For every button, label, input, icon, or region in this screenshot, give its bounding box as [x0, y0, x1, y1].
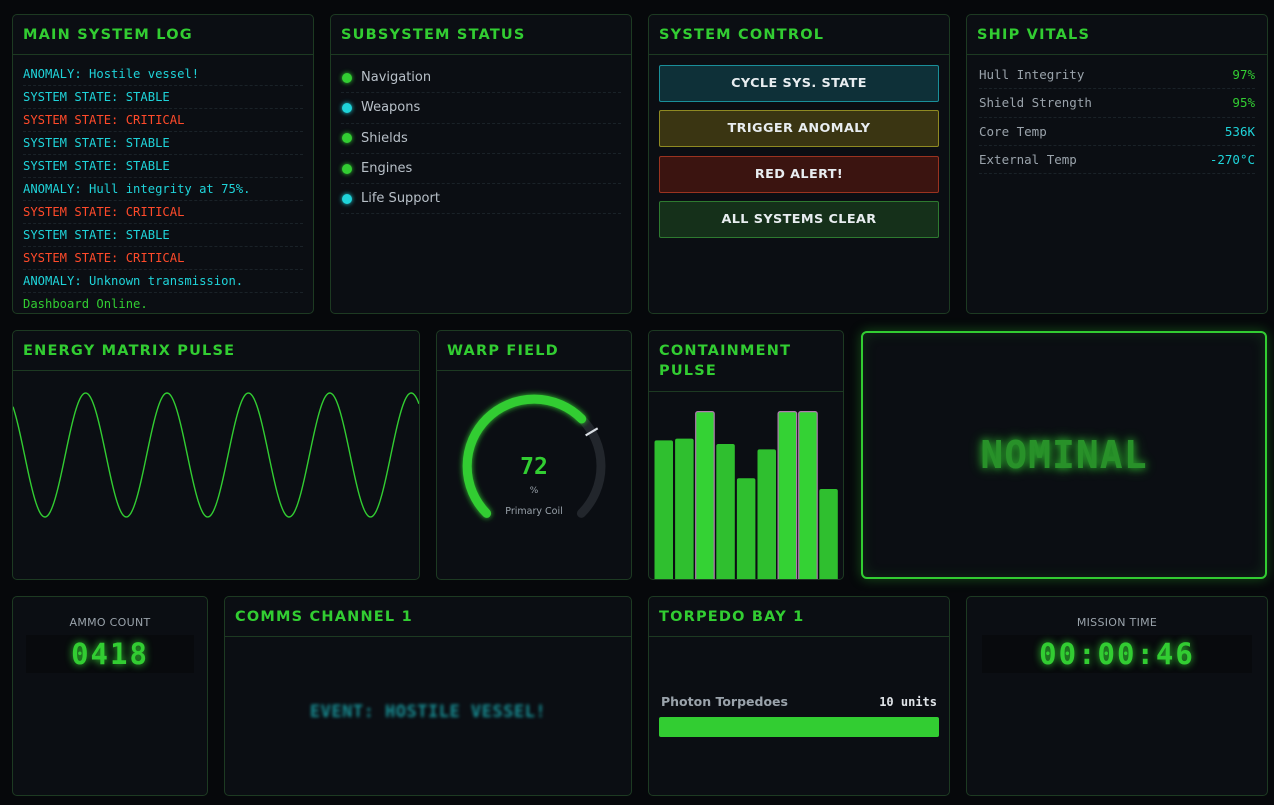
torpedo-count: 10 units: [879, 695, 937, 709]
energy-matrix-pulse-panel: ENERGY MATRIX PULSE: [12, 330, 420, 580]
containment-bar: [798, 411, 818, 579]
torpedo-bay-title: TORPEDO BAY 1: [649, 597, 949, 637]
vital-label: External Temp: [979, 152, 1077, 168]
subsystem-item: Engines: [341, 154, 621, 185]
containment-bar: [777, 411, 798, 579]
vital-value: 536K: [1224, 123, 1255, 139]
subsystem-item: Life Support: [341, 184, 621, 215]
warp-unit: %: [530, 486, 539, 496]
subsystem-label: Shields: [361, 130, 408, 146]
subsystem-status-title: SUBSYSTEM STATUS: [331, 15, 631, 55]
containment-bar: [695, 411, 715, 579]
mission-time-label: MISSION TIME: [1076, 616, 1158, 629]
vital-value: -270°C: [1209, 152, 1255, 168]
comms-channel-panel: COMMS CHANNEL 1 EVENT: HOSTILE VESSEL!: [224, 596, 632, 796]
warp-value: 72: [520, 454, 548, 480]
status-dot-icon: [342, 193, 352, 204]
main-system-log-title: MAIN SYSTEM LOG: [13, 15, 313, 55]
log-line: SYSTEM STATE: CRITICAL: [23, 109, 303, 132]
containment-bar: [675, 438, 694, 579]
containment-bar-graph: [654, 411, 838, 579]
mission-time-value: 00:00:46: [982, 635, 1252, 673]
ammo-count-value: 0418: [26, 635, 194, 673]
torpedo-progress-bar: [659, 717, 939, 737]
torpedo-label: Photon Torpedoes: [661, 694, 788, 709]
ammo-count-label: AMMO COUNT: [69, 616, 151, 629]
status-dot-icon: [342, 72, 352, 83]
containment-bar: [716, 444, 735, 579]
containment-bar: [654, 440, 673, 579]
system-control-title: SYSTEM CONTROL: [649, 15, 949, 55]
log-line: SYSTEM STATE: STABLE: [23, 86, 303, 109]
containment-title-line2: PULSE: [659, 363, 717, 379]
subsystem-label: Weapons: [361, 100, 421, 116]
status-dot-icon: [342, 163, 352, 174]
main-system-log-panel: MAIN SYSTEM LOG ANOMALY: Hostile vessel!…: [12, 14, 314, 314]
system-control-panel: SYSTEM CONTROL CYCLE SYS. STATE TRIGGER …: [648, 14, 950, 314]
comms-message: EVENT: HOSTILE VESSEL!: [309, 702, 547, 722]
vital-value: 97%: [1232, 67, 1255, 83]
mission-time-panel: MISSION TIME 00:00:46: [966, 596, 1268, 796]
vital-row: Shield Strength 95%: [979, 89, 1255, 118]
subsystem-item: Navigation: [341, 63, 621, 94]
warp-field-panel: WARP FIELD 72 % Primary Coil: [436, 330, 632, 580]
vital-row: Hull Integrity 97%: [979, 61, 1255, 90]
subsystem-status-panel: SUBSYSTEM STATUS Navigation Weapons Shield…: [330, 14, 632, 314]
log-list[interactable]: ANOMALY: Hostile vessel! SYSTEM STATE: ST…: [13, 55, 313, 313]
ship-vitals-title: SHIP VITALS: [967, 15, 1267, 55]
log-line: SYSTEM STATE: CRITICAL: [23, 201, 303, 224]
log-line: ANOMALY: Unknown transmission.: [23, 270, 303, 293]
status-dot-icon: [342, 133, 352, 144]
subsystem-label: Engines: [361, 161, 413, 177]
log-line: Dashboard Online.: [23, 293, 303, 313]
containment-bar: [736, 478, 756, 579]
status-dot-icon: [342, 102, 352, 113]
red-alert-button[interactable]: RED ALERT!: [659, 155, 939, 193]
subsystem-item: Weapons: [341, 93, 621, 124]
containment-pulse-title: CONTAINMENT PULSE: [649, 331, 843, 392]
comms-channel-title: COMMS CHANNEL 1: [225, 597, 631, 637]
torpedo-row: Photon Torpedoes 10 units: [661, 694, 937, 709]
subsystem-item: Shields: [341, 124, 621, 154]
ammo-count-panel: AMMO COUNT 0418: [12, 596, 208, 796]
containment-bar: [819, 489, 838, 579]
vital-label: Core Temp: [979, 123, 1047, 139]
vital-row: External Temp -270°C: [979, 146, 1255, 175]
vital-value: 95%: [1232, 95, 1255, 111]
log-line: SYSTEM STATE: STABLE: [23, 132, 303, 155]
log-line: SYSTEM STATE: CRITICAL: [23, 247, 303, 270]
subsystem-label: Life Support: [361, 191, 440, 207]
torpedo-bay-panel: TORPEDO BAY 1 Photon Torpedoes 10 units: [648, 596, 950, 796]
energy-wave-graph: [13, 392, 419, 518]
vital-label: Shield Strength: [979, 95, 1092, 111]
ship-vitals-panel: SHIP VITALS Hull Integrity 97% Shield Stre…: [966, 14, 1268, 314]
log-line: SYSTEM STATE: STABLE: [23, 224, 303, 247]
containment-bar: [757, 449, 776, 579]
containment-pulse-panel: CONTAINMENT PULSE: [648, 330, 844, 580]
warp-field-title: WARP FIELD: [437, 331, 631, 371]
vital-label: Hull Integrity: [979, 67, 1085, 83]
vitals-list: Hull Integrity 97% Shield Strength 95% Core …: [967, 55, 1267, 180]
log-line: SYSTEM STATE: STABLE: [23, 155, 303, 178]
subsystem-list: Navigation Weapons Shields Engines Life Supp…: [331, 55, 631, 222]
cycle-sys-state-button[interactable]: CYCLE SYS. STATE: [659, 65, 939, 102]
subsystem-label: Navigation: [361, 70, 432, 86]
trigger-anomaly-button[interactable]: TRIGGER ANOMALY: [659, 110, 939, 148]
status-display: NOMINAL: [861, 331, 1267, 579]
warp-label: Primary Coil: [505, 506, 562, 517]
all-systems-clear-button[interactable]: ALL SYSTEMS CLEAR: [659, 200, 939, 238]
warp-gauge: 72 % Primary Coil: [462, 394, 606, 518]
torpedo-progress-fill: [659, 717, 939, 737]
energy-wave-line: [13, 392, 419, 518]
log-line: ANOMALY: Hostile vessel!: [23, 63, 303, 86]
containment-title-line1: CONTAINMENT: [659, 343, 792, 359]
vital-row: Core Temp 536K: [979, 118, 1255, 146]
status-text: NOMINAL: [980, 433, 1148, 477]
log-line: ANOMALY: Hull integrity at 75%.: [23, 178, 303, 201]
energy-matrix-pulse-title: ENERGY MATRIX PULSE: [13, 331, 419, 371]
